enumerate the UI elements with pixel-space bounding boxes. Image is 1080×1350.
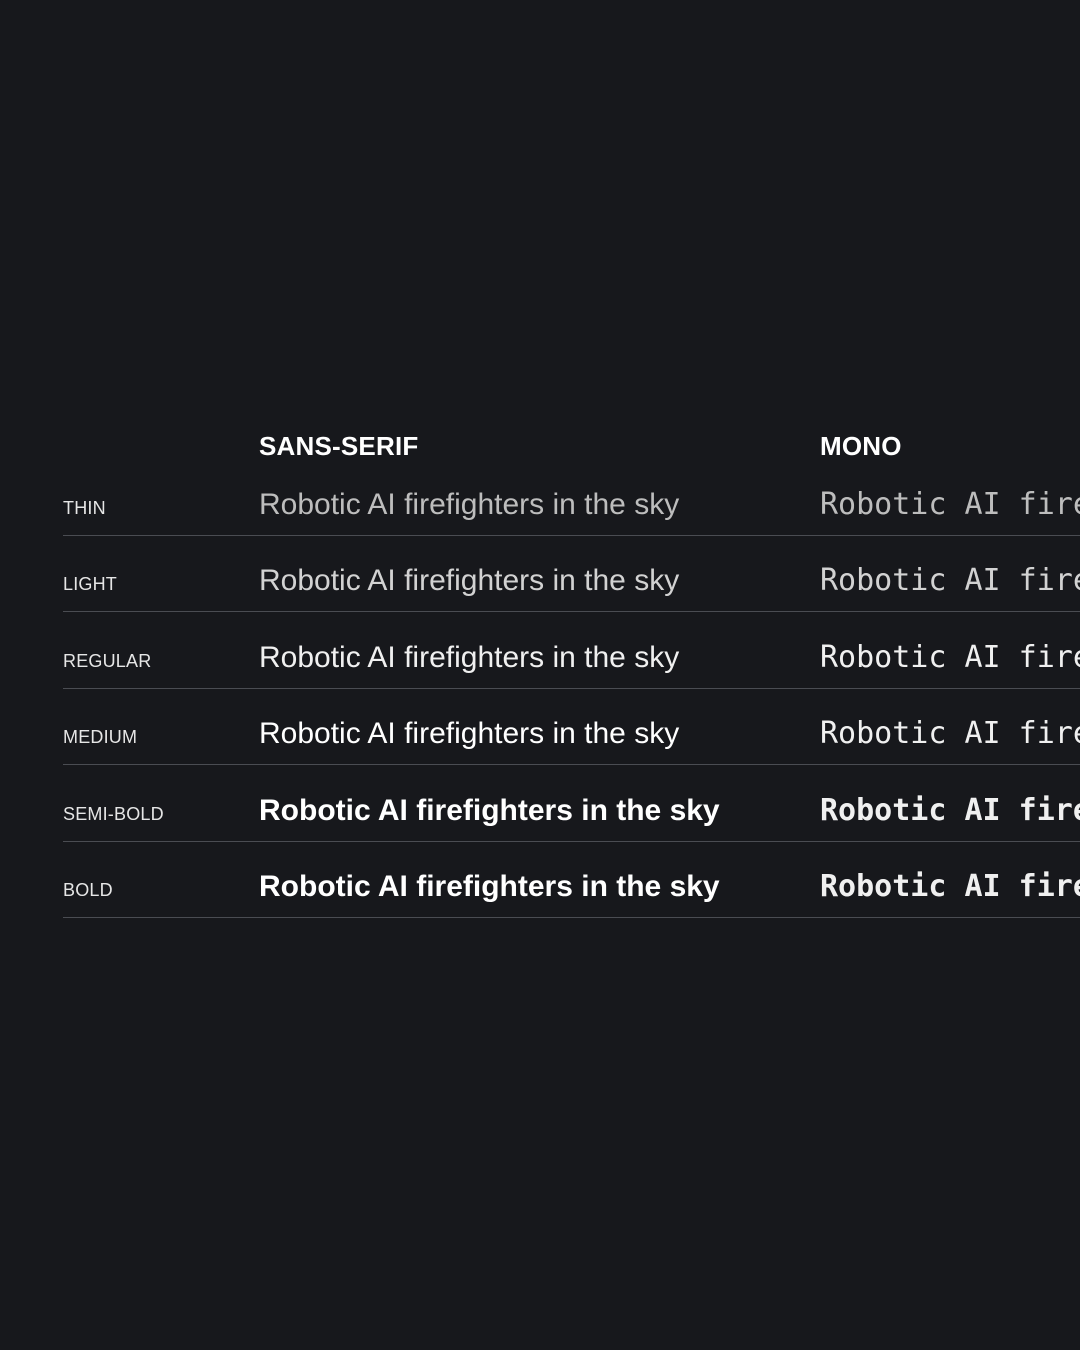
sans-sample: Robotic AI firefighters in the sky	[259, 870, 720, 903]
sans-sample: Robotic AI firefighters in the sky	[259, 641, 680, 674]
weight-label: SEMI-BOLD	[63, 804, 164, 824]
weight-label: THIN	[63, 498, 106, 518]
weight-row-medium: MEDIUM Robotic AI firefighters in the sk…	[63, 689, 1080, 765]
weight-label: MEDIUM	[63, 727, 138, 747]
mono-sample: Robotic AI firefighters in the sky	[820, 793, 1080, 828]
sans-sample: Robotic AI firefighters in the sky	[259, 564, 680, 597]
column-header-mono: MONO	[820, 431, 902, 461]
sans-sample: Robotic AI firefighters in the sky	[259, 794, 720, 827]
mono-sample: Robotic AI firefighters in the sky	[820, 716, 1080, 751]
weight-label: LIGHT	[63, 574, 118, 594]
column-header-sans-serif: SANS-SERIF	[259, 431, 419, 461]
weight-row-bold: BOLD Robotic AI firefighters in the sky …	[63, 842, 1080, 918]
mono-sample: Robotic AI firefighters in the sky	[820, 487, 1080, 522]
type-specimen: SANS-SERIF MONO THIN Robotic AI firefigh…	[0, 0, 1080, 1350]
mono-sample: Robotic AI firefighters in the sky	[820, 563, 1080, 598]
mono-sample: Robotic AI firefighters in the sky	[820, 869, 1080, 904]
weight-row-light: LIGHT Robotic AI firefighters in the sky…	[63, 536, 1080, 612]
sans-sample: Robotic AI firefighters in the sky	[259, 717, 680, 750]
weight-row-semi-bold: SEMI-BOLD Robotic AI firefighters in the…	[63, 766, 1080, 842]
weight-row-thin: THIN Robotic AI firefighters in the sky …	[63, 460, 1080, 536]
mono-sample: Robotic AI firefighters in the sky	[820, 640, 1080, 675]
weight-row-regular: REGULAR Robotic AI firefighters in the s…	[63, 613, 1080, 689]
sans-sample: Robotic AI firefighters in the sky	[259, 488, 680, 521]
weight-label: BOLD	[63, 880, 113, 900]
weight-label: REGULAR	[63, 651, 152, 671]
